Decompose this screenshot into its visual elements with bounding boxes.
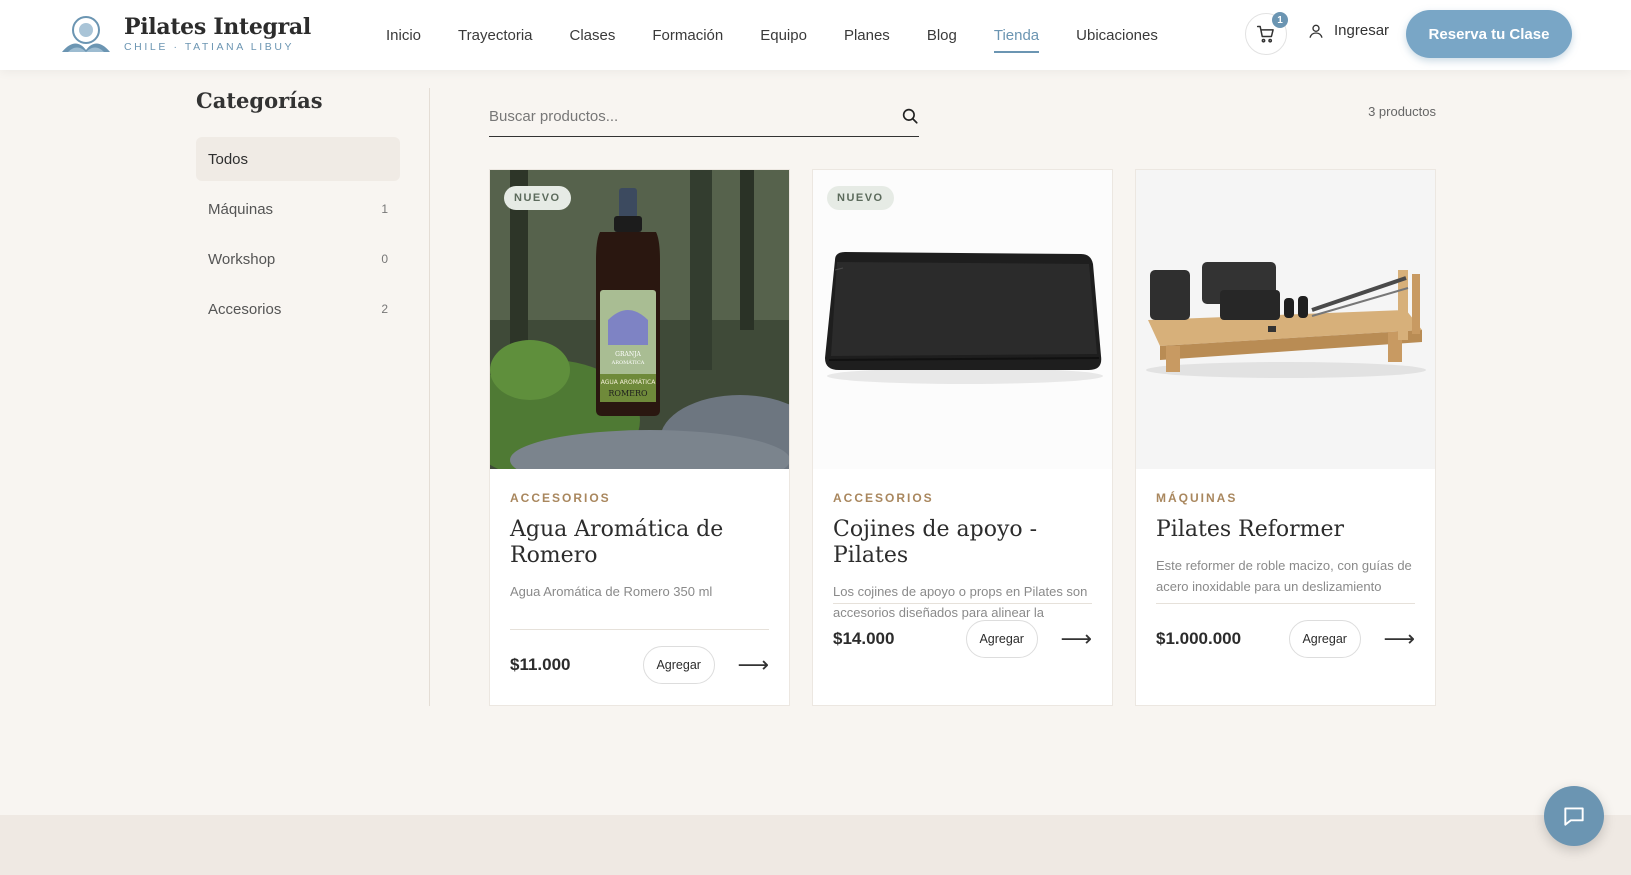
categories-title: Categorías	[196, 88, 323, 113]
arrow-right-icon[interactable]: ⟶	[1383, 626, 1415, 652]
rosemary-bottle-photo: GRANJA AROMÁTICA AGUA AROMÁTICA ROMERO	[490, 170, 789, 469]
label-line: AROMÁTICA	[611, 359, 645, 366]
add-to-cart-button[interactable]: Agregar	[1288, 619, 1361, 658]
lotus-logo-icon	[62, 16, 110, 52]
chat-bubble-icon	[1564, 807, 1584, 826]
product-image[interactable]	[1136, 170, 1435, 469]
category-accesorios[interactable]: Accesorios 2	[196, 287, 400, 331]
nav-ubicaciones[interactable]: Ubicaciones	[1076, 27, 1158, 44]
category-sidebar: Categorías Todos Máquinas 1 Workshop 0 A…	[196, 88, 430, 706]
brand-title: Pilates Integral	[124, 14, 311, 40]
product-price: $11.000	[510, 654, 571, 674]
main-nav: Inicio Trayectoria Clases Formación Equi…	[386, 0, 1195, 70]
search-input[interactable]	[489, 107, 869, 125]
search-icon[interactable]	[901, 107, 919, 125]
product-price: $14.000	[833, 628, 895, 648]
product-count: 3 productos	[1368, 104, 1436, 119]
label-line: ROMERO	[608, 389, 648, 398]
product-title[interactable]: Pilates Reformer	[1156, 517, 1415, 543]
label-line: AGUA AROMÁTICA	[601, 379, 656, 386]
arrow-right-icon[interactable]: ⟶	[1060, 626, 1092, 652]
category-label: Máquinas	[208, 200, 274, 218]
product-description: Este reformer de roble macizo, con guías…	[1156, 558, 1412, 594]
category-label: Workshop	[208, 250, 276, 268]
category-label: Todos	[208, 150, 249, 168]
add-to-cart-button[interactable]: Agregar	[965, 619, 1038, 658]
pilates-reformer-photo	[1136, 170, 1435, 469]
cart-button[interactable]: 1	[1245, 12, 1288, 55]
nav-equipo[interactable]: Equipo	[760, 27, 807, 44]
product-card[interactable]: NUEVO ACCESORIOS Cojines de apoyo - Pila…	[812, 169, 1113, 706]
cart-count-badge: 1	[1272, 12, 1288, 28]
product-title[interactable]: Cojines de apoyo - Pilates	[833, 517, 1092, 569]
login-label: Ingresar	[1334, 22, 1390, 39]
brand-subtitle: CHILE · TATIANA LIBUY	[124, 41, 295, 53]
login-link[interactable]: Ingresar	[1308, 22, 1389, 39]
nav-trayectoria[interactable]: Trayectoria	[458, 27, 532, 44]
arrow-right-icon[interactable]: ⟶	[737, 652, 769, 678]
brand-logo[interactable]: Pilates Integral CHILE · TATIANA LIBUY	[58, 12, 311, 56]
site-header: Pilates Integral CHILE · TATIANA LIBUY I…	[0, 0, 1631, 70]
product-card[interactable]: MÁQUINAS Pilates Reformer Este reformer …	[1135, 169, 1436, 706]
product-category: MÁQUINAS	[1156, 491, 1238, 505]
category-count: 1	[381, 202, 388, 216]
black-cushion-photo	[813, 170, 1112, 469]
cart-icon	[1256, 25, 1274, 43]
nav-blog[interactable]: Blog	[927, 27, 957, 44]
nav-clases[interactable]: Clases	[570, 27, 616, 44]
category-count: 2	[381, 302, 388, 316]
category-label: Accesorios	[208, 300, 282, 318]
category-workshop[interactable]: Workshop 0	[196, 237, 400, 281]
reserve-class-button[interactable]: Reserva tu Clase	[1406, 10, 1572, 58]
category-count: 0	[381, 252, 388, 266]
label-line: GRANJA	[615, 351, 641, 358]
nav-inicio[interactable]: Inicio	[386, 27, 421, 44]
category-maquinas[interactable]: Máquinas 1	[196, 187, 400, 231]
product-title[interactable]: Agua Aromática de Romero	[510, 517, 769, 569]
product-search	[489, 96, 919, 137]
nav-tienda[interactable]: Tienda	[993, 27, 1040, 53]
product-description: Agua Aromática de Romero 350 ml	[510, 584, 713, 599]
add-to-cart-button[interactable]: Agregar	[642, 645, 715, 684]
chat-button[interactable]	[1544, 786, 1604, 846]
product-card[interactable]: GRANJA AROMÁTICA AGUA AROMÁTICA ROMERO N…	[489, 169, 790, 706]
new-badge: NUEVO	[827, 186, 894, 210]
product-image[interactable]: NUEVO	[813, 170, 1112, 469]
product-price: $1.000.000	[1156, 628, 1242, 648]
product-category: ACCESORIOS	[510, 491, 611, 505]
category-todos[interactable]: Todos	[196, 137, 400, 181]
new-badge: NUEVO	[504, 186, 571, 210]
user-icon	[1309, 24, 1323, 38]
nav-formacion[interactable]: Formación	[652, 27, 723, 44]
nav-planes[interactable]: Planes	[844, 27, 890, 44]
footer-band	[0, 815, 1631, 875]
product-image[interactable]: GRANJA AROMÁTICA AGUA AROMÁTICA ROMERO N…	[490, 170, 789, 469]
product-category: ACCESORIOS	[833, 491, 934, 505]
